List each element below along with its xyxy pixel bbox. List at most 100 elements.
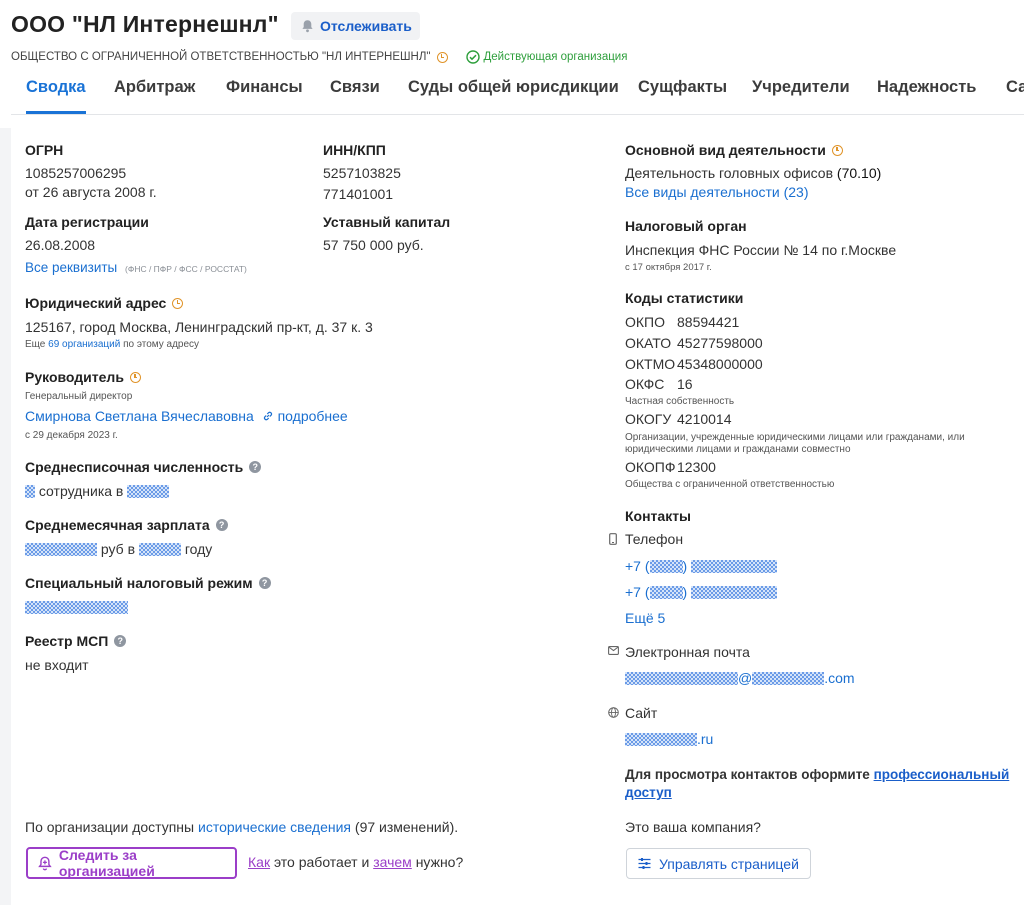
follow-org-button[interactable]: Следить за организацией — [26, 847, 237, 879]
tax-org-value: Инспекция ФНС России № 14 по г.Москве — [625, 242, 897, 258]
phone-1-code-hidden — [649, 560, 683, 573]
email-label: Электронная почта — [625, 644, 750, 660]
activity-value-row: Деятельность головных офисов (70.10) — [625, 165, 881, 181]
okopf-note: Общества с ограниченной ответственностью — [625, 479, 835, 490]
tab-arbitration[interactable]: Арбитраж — [114, 78, 195, 114]
check-circle-icon — [465, 50, 480, 64]
email-user-hidden — [625, 672, 738, 685]
salary-label-text: Среднемесячная зарплата — [25, 517, 210, 533]
staff-label: Среднесписочная численность ? — [25, 459, 262, 475]
pro-access-link-1[interactable]: профессиональный — [874, 767, 1010, 782]
summary-card: ОГРН 1085257006295 от 26 августа 2008 г.… — [11, 128, 1024, 905]
activity-history-clock-icon[interactable] — [831, 144, 843, 156]
address-orgs-link[interactable]: 69 организаций — [48, 339, 120, 350]
staff-label-text: Среднесписочная численность — [25, 459, 244, 475]
email-at: @ — [738, 670, 753, 686]
salary-value-row: руб в году — [25, 541, 212, 557]
oktmo-value: 45348000000 — [677, 356, 763, 372]
head-history-clock-icon[interactable] — [129, 371, 141, 383]
tab-finance[interactable]: Финансы — [226, 78, 303, 114]
link-icon — [263, 411, 272, 421]
okato-key: ОКАТО — [625, 335, 672, 351]
kpp-value: 771401001 — [323, 186, 394, 202]
track-button[interactable]: Отслеживать — [291, 12, 420, 40]
all-activities-link[interactable]: Все виды деятельности (23) — [625, 184, 809, 200]
head-name-link[interactable]: Смирнова Светлана Вячеславовна — [25, 408, 254, 424]
tax-regime-help-icon[interactable]: ? — [258, 577, 271, 589]
phone-2-link[interactable]: +7 () — [625, 584, 778, 600]
bell-plus-icon — [38, 856, 52, 870]
staff-count-hidden — [25, 485, 35, 498]
address-history-clock-icon[interactable] — [172, 297, 184, 309]
okogu-row: ОКОГУ 4210014 — [625, 411, 732, 427]
how-link[interactable]: Как — [248, 854, 270, 870]
history-link[interactable]: исторические сведения — [198, 819, 351, 835]
activity-label: Основной вид деятельности — [625, 142, 843, 158]
capital-value: 57 750 000 руб. — [323, 237, 424, 253]
okogu-note-1: Организации, учрежденные юридическими ли… — [625, 432, 965, 443]
how-it-works-row: Как это работает и зачем нужно? — [248, 854, 463, 870]
head-more-link[interactable]: подробнее — [278, 408, 348, 424]
okfs-note: Частная собственность — [625, 396, 735, 407]
tab-material-facts[interactable]: Сущфакты — [638, 78, 727, 114]
staff-year-hidden — [127, 485, 170, 498]
phone-2-code-hidden — [649, 586, 683, 599]
follow-org-label: Следить за организацией — [58, 847, 155, 879]
phone-2-close: ) — [682, 584, 688, 600]
tab-reliability[interactable]: Надежность — [877, 78, 976, 114]
msp-label-text: Реестр МСП — [25, 633, 109, 649]
phone-1-number-hidden — [691, 560, 778, 573]
address-label-text: Юридический адрес — [25, 295, 167, 311]
phone-icon — [609, 533, 617, 545]
reg-date-label: Дата регистрации — [25, 214, 149, 230]
how-mid: это работает и — [273, 854, 370, 870]
okfs-value: 16 — [677, 376, 693, 392]
tax-org-since: с 17 октября 2017 г. — [625, 262, 712, 273]
okato-value: 45277598000 — [677, 335, 763, 351]
phone-1-close: ) — [682, 558, 688, 574]
requisites-note: (ФНС / ПФР / ФСС / РОССТАТ) — [125, 264, 247, 274]
inn-label: ИНН/КПП — [323, 142, 386, 158]
ogrn-date: от 26 августа 2008 г. — [25, 184, 157, 200]
salary-help-icon[interactable]: ? — [215, 519, 228, 531]
tab-summary[interactable]: Сводка — [26, 78, 86, 114]
okato-row: ОКАТО 45277598000 — [625, 335, 763, 351]
capital-label: Уставный капитал — [323, 214, 451, 230]
phone-more-link[interactable]: Ещё 5 — [625, 610, 665, 626]
manage-page-button[interactable]: Управлять страницей — [626, 848, 811, 879]
msp-value: не входит — [25, 657, 89, 673]
head-role: Генеральный директор — [25, 391, 133, 402]
salary-amount-hidden — [25, 543, 97, 556]
address-note-post: по этому адресу — [123, 339, 200, 350]
ogrn-value: 1085257006295 — [25, 165, 127, 181]
history-clock-icon[interactable] — [436, 51, 448, 63]
msp-help-icon[interactable]: ? — [114, 635, 127, 647]
tab-founders[interactable]: Учредители — [752, 78, 850, 114]
all-requisites-row: Все реквизиты (ФНС / ПФР / ФСС / РОССТАТ… — [25, 260, 247, 275]
why-link[interactable]: зачем — [373, 854, 412, 870]
tax-regime-hidden — [25, 601, 128, 614]
track-button-label: Отслеживать — [320, 18, 412, 34]
phone-2-prefix: +7 ( — [625, 584, 650, 600]
oktmo-key: ОКТМО — [625, 356, 676, 372]
phone-2-number-hidden — [691, 586, 778, 599]
address-label: Юридический адрес — [25, 295, 184, 311]
bell-icon — [302, 20, 313, 33]
tab-more[interactable]: Са — [1006, 78, 1024, 114]
okpo-row: ОКПО 88594421 — [625, 314, 739, 330]
mail-icon — [608, 646, 619, 655]
why-post: нужно? — [415, 854, 464, 870]
tabs-divider — [11, 114, 1024, 115]
site-link[interactable]: .ru — [625, 731, 713, 747]
staff-help-icon[interactable]: ? — [249, 461, 262, 473]
tab-courts[interactable]: Суды общей юрисдикции — [408, 78, 619, 114]
tab-connections[interactable]: Связи — [330, 78, 380, 114]
all-requisites-link[interactable]: Все реквизиты — [25, 260, 117, 275]
okpo-key: ОКПО — [625, 314, 665, 330]
pro-access-link-2[interactable]: доступ — [625, 785, 672, 800]
phone-1-link[interactable]: +7 () — [625, 558, 778, 574]
staff-value-row: сотрудника в — [25, 483, 170, 499]
email-domain-hidden — [752, 672, 825, 685]
tax-regime-label: Специальный налоговый режим ? — [25, 575, 271, 591]
email-link[interactable]: @ .com — [625, 670, 855, 686]
